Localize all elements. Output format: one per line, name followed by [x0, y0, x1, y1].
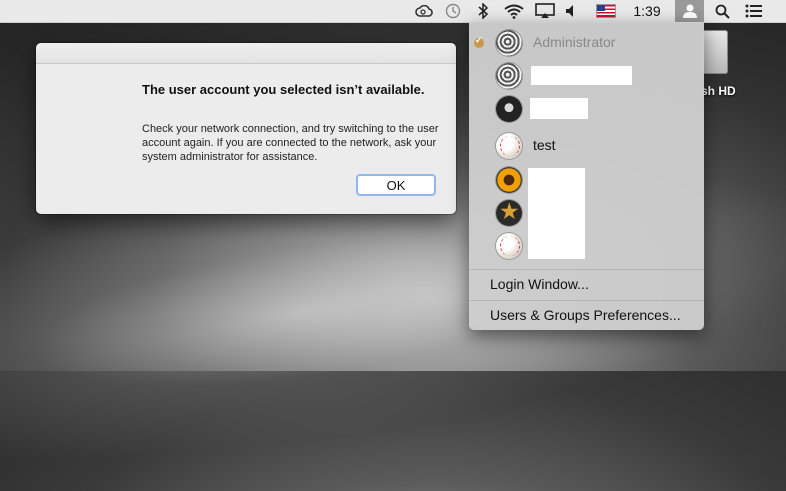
user-item-label: Administrator: [533, 34, 616, 50]
bluetooth-icon[interactable]: [472, 0, 494, 22]
users-groups-preferences-item[interactable]: Users & Groups Preferences...: [490, 307, 681, 323]
spotlight-icon[interactable]: [711, 0, 733, 22]
menu-separator: [469, 300, 704, 301]
user-item-label: test: [533, 137, 556, 153]
user-menu: Administrator test Login Window... Users…: [469, 22, 704, 330]
creative-cloud-icon[interactable]: [413, 0, 435, 22]
user-item[interactable]: [469, 163, 704, 196]
redacted-name: [531, 66, 632, 85]
avatar: [496, 198, 522, 226]
user-item[interactable]: [469, 92, 704, 125]
avatar: [496, 167, 522, 193]
avatar: [496, 96, 522, 122]
avatar: [496, 63, 522, 89]
user-item[interactable]: [469, 229, 704, 262]
airplay-icon[interactable]: [533, 0, 557, 22]
redacted-name: [530, 98, 588, 119]
avatar: [496, 133, 522, 159]
user-item[interactable]: [469, 196, 704, 229]
menu-bar: 1:39: [0, 0, 786, 23]
notification-center-icon[interactable]: [742, 0, 766, 22]
user-item-administrator[interactable]: Administrator: [469, 26, 704, 59]
user-item[interactable]: [469, 59, 704, 92]
dialog-message: Check your network connection, and try s…: [142, 123, 439, 163]
menu-separator: [469, 269, 704, 270]
hard-disk-icon[interactable]: [702, 30, 728, 74]
login-window-item[interactable]: Login Window...: [490, 276, 589, 292]
dialog-title: The user account you selected isn’t avai…: [142, 82, 425, 97]
input-flag-us-icon[interactable]: [594, 0, 618, 22]
dialog-titlebar[interactable]: [36, 43, 456, 64]
avatar: [496, 30, 522, 56]
time-machine-icon[interactable]: [442, 0, 464, 22]
menu-clock[interactable]: 1:39: [628, 0, 666, 22]
alert-dialog: The user account you selected isn’t avai…: [36, 43, 456, 214]
volume-icon[interactable]: [562, 0, 580, 22]
user-icon[interactable]: [675, 0, 704, 22]
user-item-test[interactable]: test: [469, 129, 704, 162]
checkmark-icon: [474, 35, 484, 48]
redacted-names: [528, 168, 585, 259]
ok-button[interactable]: OK: [356, 174, 436, 196]
wifi-icon[interactable]: [501, 0, 527, 22]
hard-disk-label[interactable]: sh HD: [701, 84, 736, 98]
avatar: [496, 233, 522, 259]
